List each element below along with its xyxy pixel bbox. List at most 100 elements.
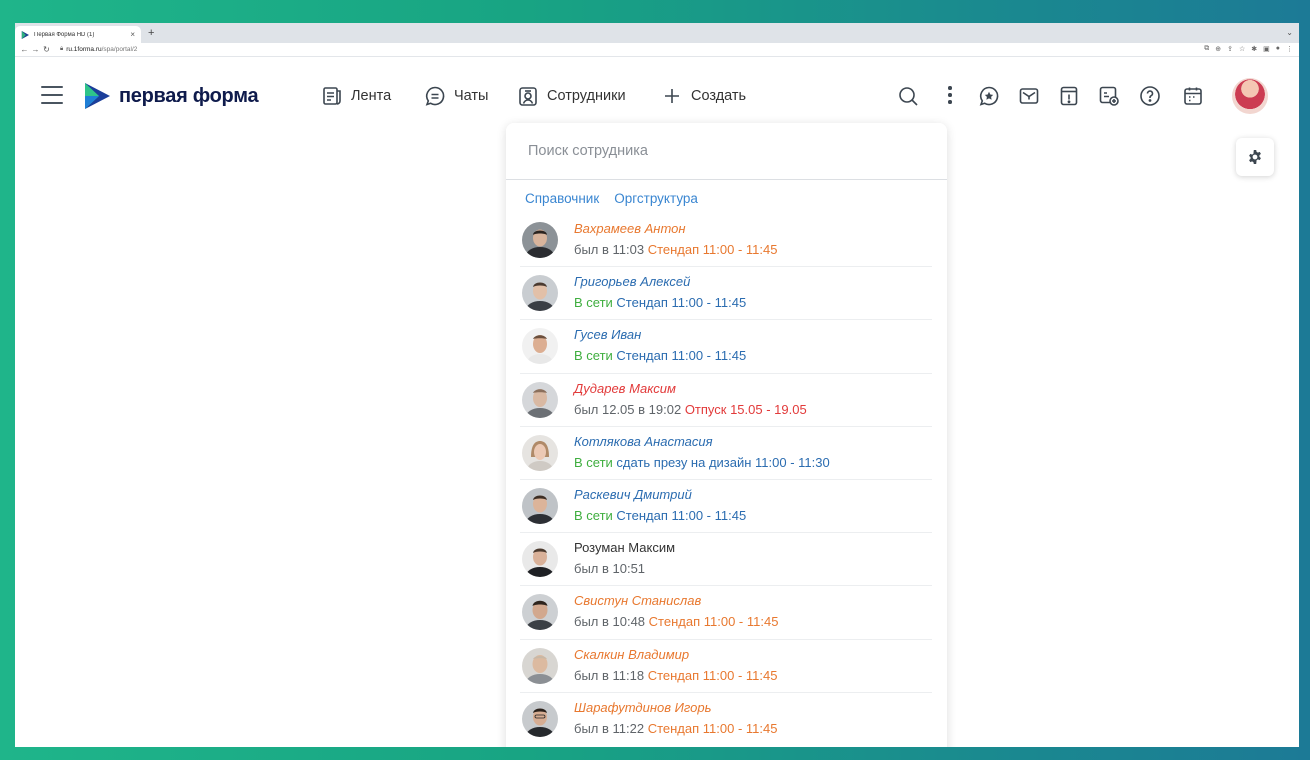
employee-presence: был в 11:18 — [574, 667, 645, 683]
tab-close-icon[interactable]: × — [130, 30, 135, 39]
settings-gear-icon — [1249, 150, 1261, 164]
settings-button[interactable] — [1236, 138, 1274, 176]
employee-row[interactable]: Розуман Максим был в 10:51 — [520, 533, 932, 587]
employee-event: Стендап 11:00 - 11:45 — [647, 720, 778, 736]
employee-presence: был в 11:03 — [574, 242, 645, 257]
employee-name[interactable]: Дударев Максим — [574, 381, 676, 396]
employee-search-input[interactable] — [506, 123, 947, 180]
url-field[interactable]: ru.1forma.ru/spa/portal/2 — [66, 46, 137, 53]
nav-chats[interactable]: Чаты — [424, 85, 488, 107]
menu-icon[interactable] — [41, 86, 63, 104]
share-icon[interactable]: ⇪ — [1227, 45, 1233, 53]
employee-presence: В сети — [574, 295, 613, 311]
employee-avatar — [522, 541, 558, 578]
new-tab-button[interactable]: + — [148, 26, 154, 40]
nav-chats-label: Чаты — [454, 88, 489, 104]
mail-button[interactable] — [1018, 85, 1040, 107]
org-structure-link[interactable]: Оргструктура — [614, 191, 698, 206]
user-avatar[interactable] — [1232, 78, 1268, 114]
employee-status: был в 11:22 Стендап 11:00 - 11:45 — [574, 721, 777, 736]
employee-event: Стендап 11:00 - 11:45 — [616, 295, 747, 311]
employee-presence: В сети — [574, 454, 613, 470]
favorites-icon — [979, 86, 999, 106]
logo[interactable]: первая форма — [83, 81, 259, 111]
directory-link[interactable]: Справочник — [525, 191, 599, 206]
calendar-button[interactable] — [1182, 85, 1204, 107]
browser-menu-icon[interactable]: ⋮ — [1286, 45, 1293, 53]
browser-toolbar: ⧉ ⊕ ⇪ ☆ ✱ ▣ ● ⋮ — [1204, 45, 1293, 53]
tab-strip: Первая Форма HD (1) × + ⌄ — [15, 23, 1299, 43]
employees-panel: Справочник Оргструктура Вахрамеев Антон … — [506, 123, 947, 747]
employee-name[interactable]: Котлякова Анастасия — [574, 434, 713, 449]
employee-presence: был в 10:51 — [574, 561, 646, 577]
tab-title: Первая Форма HD (1) — [34, 31, 95, 38]
employee-row[interactable]: Скалкин Владимир был в 11:18 Стендап 11:… — [520, 640, 932, 693]
more-icon[interactable] — [948, 86, 952, 106]
employee-name[interactable]: Свистун Станислав — [574, 593, 701, 608]
search-button[interactable] — [897, 85, 919, 107]
employee-name[interactable]: Раскевич Дмитрий — [574, 487, 692, 502]
logo-icon — [85, 83, 110, 109]
mail-icon — [1019, 88, 1039, 104]
nav-feed[interactable]: Лента — [321, 85, 391, 107]
browser-tab[interactable]: Первая Форма HD (1) × — [15, 26, 141, 43]
reload-icon[interactable]: ↻ — [41, 45, 52, 54]
forward-icon[interactable]: → — [30, 45, 41, 54]
address-bar: ← → ↻ 🔒︎ ru.1forma.ru/spa/portal/2 ⧉ ⊕ ⇪… — [15, 43, 1299, 57]
employee-avatar — [522, 222, 558, 258]
employee-avatar — [522, 328, 558, 365]
employee-row[interactable]: Раскевич Дмитрий В сети Стендап 11:00 - … — [520, 480, 932, 534]
app-header: первая форма Лента Чаты Сотрудники Созда… — [15, 71, 1299, 123]
employee-name[interactable]: Вахрамеев Антон — [574, 221, 686, 236]
employee-row[interactable]: Свистун Станислав был в 10:48 Стендап 11… — [520, 586, 932, 640]
zoom-icon[interactable]: ⊕ — [1215, 45, 1221, 53]
sidepanel-icon[interactable]: ▣ — [1263, 45, 1270, 53]
employee-status: был в 11:18 Стендап 11:00 - 11:45 — [574, 668, 777, 683]
employee-event: Стендап 11:00 - 11:45 — [616, 507, 747, 523]
employee-status: был в 11:03 Стендап 11:00 - 11:45 — [574, 242, 777, 257]
lock-icon[interactable]: 🔒︎ — [60, 46, 63, 53]
employee-status: В сети сдать презу на дизайн 11:00 - 11:… — [574, 455, 830, 470]
employee-avatar — [522, 434, 558, 471]
employee-row[interactable]: Котлякова Анастасия В сети сдать презу н… — [520, 427, 932, 480]
plus-icon — [665, 89, 679, 103]
logo-text: первая форма — [119, 84, 259, 107]
employee-status: В сети Стендап 11:00 - 11:45 — [574, 348, 746, 363]
profile-icon[interactable]: ● — [1276, 45, 1280, 53]
employee-row[interactable]: Григорьев Алексей В сети Стендап 11:00 -… — [520, 267, 932, 321]
alert-icon — [1060, 86, 1078, 106]
tasks-button[interactable] — [1098, 85, 1120, 107]
employee-row[interactable]: Дударев Максим был 12.05 в 19:02 Отпуск … — [520, 374, 932, 427]
employee-row[interactable]: Гусев Иван В сети Стендап 11:00 - 11:45 — [520, 320, 932, 374]
url-host: ru.1forma.ru — [66, 46, 102, 53]
feed-icon — [323, 87, 341, 105]
help-icon — [1140, 86, 1160, 106]
extensions-icon[interactable]: ✱ — [1251, 45, 1257, 53]
alerts-button[interactable] — [1058, 85, 1080, 107]
favorites-button[interactable] — [978, 85, 1000, 107]
employee-name[interactable]: Гусев Иван — [574, 327, 641, 342]
employee-row[interactable]: Шарафутдинов Игорь был в 11:22 Стендап 1… — [520, 693, 932, 746]
search-icon — [899, 87, 918, 106]
open-in-app-icon[interactable]: ⧉ — [1204, 45, 1209, 53]
employee-avatar — [522, 275, 558, 312]
employee-avatar — [522, 700, 558, 737]
employee-name[interactable]: Розуман Максим — [574, 540, 675, 555]
employee-row[interactable]: Вахрамеев Антон был в 11:03 Стендап 11:0… — [520, 214, 932, 268]
employee-name[interactable]: Шарафутдинов Игорь — [574, 700, 711, 715]
nav-employees[interactable]: Сотрудники — [517, 85, 626, 107]
help-button[interactable] — [1139, 85, 1161, 107]
employee-name[interactable]: Скалкин Владимир — [574, 647, 689, 662]
tasks-icon — [1099, 86, 1119, 106]
nav-create[interactable]: Создать — [661, 85, 746, 107]
employee-presence: был в 11:22 — [574, 720, 645, 736]
employee-presence: был в 10:48 — [574, 614, 646, 630]
employee-avatar — [522, 487, 558, 524]
bookmark-star-icon[interactable]: ☆ — [1239, 45, 1245, 53]
chat-icon — [425, 86, 445, 106]
tab-search-icon[interactable]: ⌄ — [1286, 28, 1293, 37]
employee-avatar — [522, 647, 558, 684]
nav-feed-label: Лента — [351, 88, 392, 104]
back-icon[interactable]: ← — [19, 45, 30, 54]
employee-name[interactable]: Григорьев Алексей — [574, 274, 690, 289]
